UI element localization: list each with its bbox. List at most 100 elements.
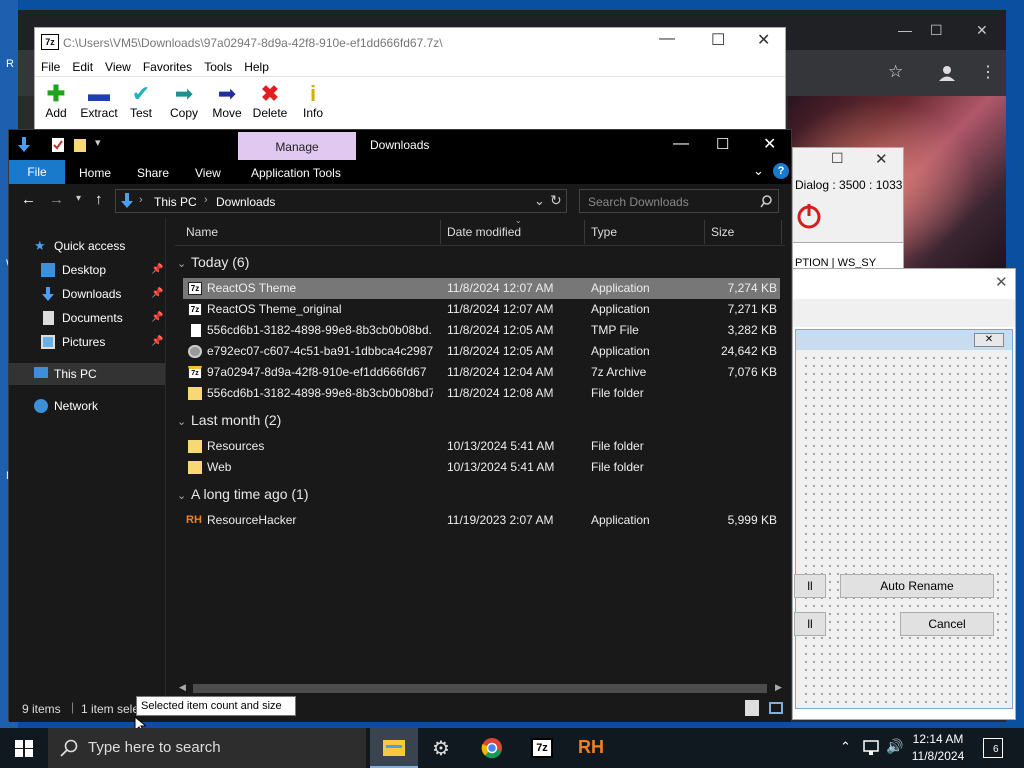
scroll-right-icon[interactable]: ▶ <box>775 682 782 693</box>
breadcrumb-this-pc[interactable]: This PC <box>154 195 197 209</box>
delete-button[interactable]: ✖ Delete <box>251 82 289 121</box>
taskbar-clock[interactable]: 12:14 AM 11/8/2024 <box>900 731 976 765</box>
windows-start-icon[interactable] <box>15 740 33 757</box>
chrome-minimize-button[interactable]: — <box>898 22 912 38</box>
pin-icon[interactable]: 📌 <box>151 283 163 305</box>
tab-manage[interactable]: Manage <box>238 132 356 160</box>
network-status-icon[interactable] <box>863 740 881 756</box>
collapse-chevron-icon[interactable]: ⌄ <box>177 257 191 270</box>
taskbar-chrome[interactable] <box>468 728 516 768</box>
info-button[interactable]: i Info <box>301 82 325 121</box>
forward-arrow-icon[interactable]: → <box>49 191 64 208</box>
group-header-long-ago[interactable]: ⌄ A long time ago (1) <box>177 486 309 502</box>
nav-this-pc[interactable]: This PC <box>9 363 165 385</box>
move-button[interactable]: ➡ Move <box>211 82 243 121</box>
nav-pictures[interactable]: Pictures 📌 <box>9 331 165 353</box>
table-row[interactable]: 7z ReactOS Theme_original 11/8/2024 12:0… <box>183 299 780 320</box>
horizontal-scrollbar[interactable]: ◀ ▶ <box>173 681 789 696</box>
profile-icon[interactable] <box>938 64 956 82</box>
explorer-minimize-button[interactable]: — <box>673 135 689 153</box>
power-icon[interactable] <box>795 202 823 230</box>
collapse-chevron-icon[interactable]: ⌄ <box>177 489 191 502</box>
search-icon[interactable] <box>760 195 773 208</box>
group-header-last-month[interactable]: ⌄ Last month (2) <box>177 412 281 428</box>
column-separator[interactable] <box>440 220 441 244</box>
search-input[interactable]: Search Downloads <box>579 189 779 213</box>
nav-desktop[interactable]: Desktop 📌 <box>9 259 165 281</box>
dialog-close-button[interactable]: ✕ <box>875 150 888 168</box>
column-separator[interactable] <box>584 220 585 244</box>
table-row[interactable]: 556cd6b1-3182-4898-99e8-8b3cb0b08bd7 11/… <box>183 383 780 404</box>
properties-icon[interactable] <box>51 137 65 153</box>
column-name[interactable]: Name <box>186 225 218 239</box>
sevenzip-minimize-button[interactable]: — <box>659 30 675 48</box>
breadcrumb-downloads[interactable]: Downloads <box>216 195 275 209</box>
menu-help[interactable]: Help <box>238 57 275 74</box>
refresh-icon[interactable]: ↻ <box>550 192 562 209</box>
taskbar-search-box[interactable]: Type here to search <box>48 728 366 768</box>
nav-documents[interactable]: Documents 📌 <box>9 307 165 329</box>
table-row[interactable]: 7z ReactOS Theme 11/8/2024 12:07 AM Appl… <box>183 278 780 299</box>
show-hidden-icons[interactable]: ⌃ <box>840 739 851 755</box>
up-arrow-icon[interactable]: ↑ <box>95 191 103 208</box>
sevenzip-titlebar[interactable]: 7z C:\Users\VM5\Downloads\97a02947-8d9a-… <box>35 28 785 57</box>
auto-rename-button[interactable]: Auto Rename <box>840 574 994 598</box>
all-button-top[interactable]: ll <box>794 574 826 598</box>
taskbar-7zip[interactable]: 7z <box>517 728 565 768</box>
explorer-maximize-button[interactable]: ☐ <box>716 135 729 153</box>
explorer-titlebar[interactable]: ▾ Manage Downloads — ☐ ✕ <box>9 130 791 160</box>
tab-home[interactable]: Home <box>79 166 111 180</box>
sevenzip-window[interactable]: 7z C:\Users\VM5\Downloads\97a02947-8d9a-… <box>34 27 786 130</box>
pane-divider[interactable] <box>165 218 166 696</box>
large-icons-view-icon[interactable] <box>769 702 783 714</box>
explorer-close-button[interactable]: ✕ <box>763 134 776 154</box>
extract-button[interactable]: ▬ Extract <box>77 82 121 121</box>
test-button[interactable]: ✔ Test <box>127 82 155 121</box>
column-separator[interactable] <box>781 220 782 244</box>
rename-dialog-close-button[interactable]: ✕ <box>995 273 1008 291</box>
resource-dialog-window[interactable]: ☐ ✕ Dialog : 3500 : 1033 PTION | WS_SY <box>792 147 904 272</box>
cancel-button[interactable]: Cancel <box>900 612 994 636</box>
address-input[interactable]: › This PC › Downloads ⌄ ↻ <box>115 189 567 213</box>
menu-favorites[interactable]: Favorites <box>137 57 198 74</box>
add-button[interactable]: ✚ Add <box>43 82 69 121</box>
bookmark-star-icon[interactable]: ☆ <box>888 62 903 82</box>
quick-toolbar-dropdown-icon[interactable]: ▾ <box>95 136 101 149</box>
menu-view[interactable]: View <box>99 57 137 74</box>
menu-file[interactable]: File <box>35 57 66 74</box>
nav-network[interactable]: Network <box>9 395 165 417</box>
copy-button[interactable]: ➡ Copy <box>169 82 199 121</box>
new-folder-icon[interactable] <box>73 137 87 153</box>
scroll-left-icon[interactable]: ◀ <box>179 682 186 693</box>
column-size[interactable]: Size <box>711 225 734 239</box>
column-type[interactable]: Type <box>591 225 617 239</box>
table-row[interactable]: Resources 10/13/2024 5:41 AM File folder <box>183 436 780 457</box>
column-date-modified[interactable]: Date modified <box>447 225 521 239</box>
tab-file[interactable]: File <box>9 160 65 184</box>
table-row[interactable]: 556cd6b1-3182-4898-99e8-8b3cb0b08bd... 1… <box>183 320 780 341</box>
all-button-bottom[interactable]: ll <box>794 612 826 636</box>
sevenzip-close-button[interactable]: ✕ <box>757 30 770 50</box>
nav-quick-access[interactable]: ★ Quick access <box>9 235 165 257</box>
pin-icon[interactable]: 📌 <box>151 307 163 329</box>
taskbar-settings[interactable]: ⚙ <box>419 728 467 768</box>
taskbar-file-explorer[interactable] <box>370 728 418 768</box>
tab-application-tools[interactable]: Application Tools <box>251 166 341 180</box>
chrome-maximize-button[interactable]: ☐ <box>930 22 943 39</box>
design-close-icon[interactable]: ✕ <box>974 333 1004 347</box>
back-arrow-icon[interactable]: ← <box>21 191 36 208</box>
table-row[interactable]: e792ec07-c607-4c51-ba91-1dbbca4c2987 11/… <box>183 341 780 362</box>
menu-edit[interactable]: Edit <box>66 57 99 74</box>
taskbar-resourcehacker[interactable]: RH <box>566 728 614 768</box>
menu-tools[interactable]: Tools <box>198 57 238 74</box>
dialog-design-surface[interactable]: ✕ ll Auto Rename ll Cancel <box>794 329 1013 709</box>
table-row[interactable]: Web 10/13/2024 5:41 AM File folder <box>183 457 780 478</box>
explorer-window[interactable]: ▾ Manage Downloads — ☐ ✕ File Home Share… <box>8 129 792 722</box>
collapse-chevron-icon[interactable]: ⌄ <box>177 415 191 428</box>
pin-icon[interactable]: 📌 <box>151 259 163 281</box>
table-row[interactable]: RH ResourceHacker 11/19/2023 2:07 AM App… <box>183 510 780 531</box>
chrome-close-button[interactable]: ✕ <box>976 22 988 39</box>
notification-center-icon[interactable]: 6 <box>983 738 1003 758</box>
tab-view[interactable]: View <box>195 166 221 180</box>
recent-locations-icon[interactable]: ▾ <box>76 193 81 204</box>
